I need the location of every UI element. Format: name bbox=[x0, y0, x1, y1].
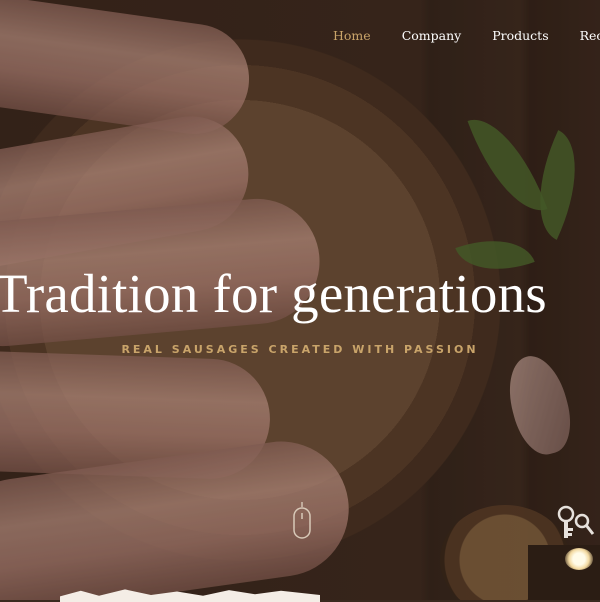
nav-item-products[interactable]: Products bbox=[492, 28, 548, 43]
main-navigation: Home Company Products Recipes bbox=[333, 28, 600, 43]
hero-subtitle: REAL SAUSAGES CREATED WITH PASSION bbox=[121, 343, 479, 356]
nav-item-recipes[interactable]: Recipes bbox=[580, 28, 600, 43]
hero-title: Tradition for generations bbox=[0, 263, 547, 324]
mouse-icon[interactable] bbox=[292, 502, 312, 540]
nav-item-company[interactable]: Company bbox=[402, 28, 462, 43]
nav-item-home[interactable]: Home bbox=[333, 28, 371, 43]
lamp-light bbox=[565, 548, 593, 570]
key-icon[interactable] bbox=[555, 504, 595, 544]
